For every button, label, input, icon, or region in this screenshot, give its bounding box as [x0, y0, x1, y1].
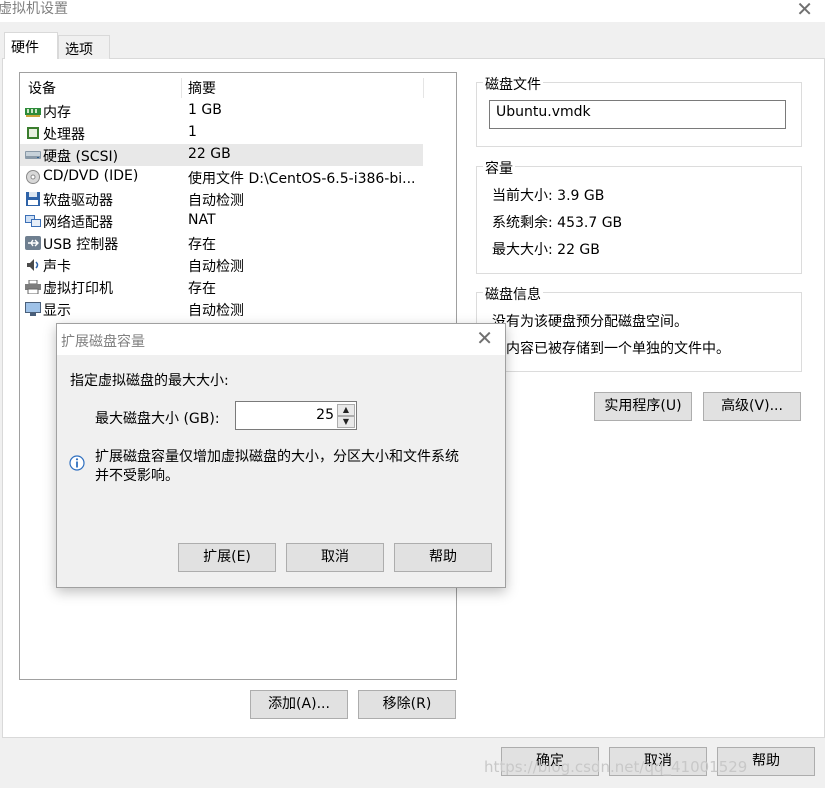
device-name: USB 控制器: [43, 237, 119, 253]
column-device[interactable]: 设备: [28, 78, 56, 98]
window-title: 虚拟机设置: [0, 1, 68, 17]
device-name: 内存: [43, 105, 71, 121]
disk-info-line-1: 没有为该硬盘预分配磁盘空间。: [492, 314, 688, 330]
disk-file-label: 磁盘文件: [483, 74, 543, 94]
device-name: 硬盘 (SCSI): [43, 149, 119, 165]
device-summary: 存在: [188, 237, 216, 253]
watermark-text: https://blog.csdn.net/qq_41001529: [484, 758, 748, 776]
sound-card-icon: [27, 259, 39, 271]
device-row-floppy[interactable]: 软盘驱动器 自动检测: [20, 188, 423, 210]
cd-dvd-icon: [26, 170, 40, 184]
add-device-button[interactable]: 添加(A)...: [250, 690, 348, 719]
device-row-cd-dvd[interactable]: CD/DVD (IDE) 使用文件 D:\CentOS-6.5-i386-bi.…: [20, 166, 423, 188]
device-row-display[interactable]: 显示 自动检测: [20, 298, 423, 320]
usb-icon: [25, 236, 41, 250]
close-icon[interactable]: ✕: [796, 0, 813, 19]
processor-icon: [27, 127, 39, 139]
device-name: 声卡: [43, 259, 71, 275]
disk-info-line-2: 盘内容已被存储到一个单独的文件中。: [492, 341, 730, 357]
device-row-usb-controller[interactable]: USB 控制器 存在: [20, 232, 423, 254]
info-line-1: 扩展磁盘容量仅增加虚拟磁盘的大小，分区大小和文件系统: [95, 449, 459, 465]
column-summary[interactable]: 摘要: [188, 78, 216, 98]
device-name: 处理器: [43, 127, 85, 143]
max-size-text: 最大大小: 22 GB: [492, 242, 600, 258]
dialog-help-button[interactable]: 帮助: [394, 543, 492, 572]
device-row-hard-disk[interactable]: 硬盘 (SCSI) 22 GB: [20, 144, 423, 166]
device-summary: NAT: [188, 212, 216, 228]
device-summary: 22 GB: [188, 146, 231, 162]
device-name: 虚拟打印机: [43, 281, 113, 297]
utility-button[interactable]: 实用程序(U): [594, 392, 692, 421]
system-free-text: 系统剩余: 453.7 GB: [492, 215, 623, 231]
dialog-prompt: 指定虚拟磁盘的最大大小:: [70, 373, 229, 389]
device-summary: 存在: [188, 281, 216, 297]
info-line-2: 并不受影响。: [95, 468, 179, 484]
max-size-value[interactable]: 25: [316, 407, 334, 423]
memory-icon: [25, 108, 41, 117]
device-summary: 1 GB: [188, 102, 222, 118]
dialog-cancel-button[interactable]: 取消: [286, 543, 384, 572]
device-summary: 使用文件 D:\CentOS-6.5-i386-bi...: [188, 171, 416, 187]
expand-disk-dialog: 扩展磁盘容量 ✕ 指定虚拟磁盘的最大大小: 最大磁盘大小 (GB): 25 ▲ …: [56, 323, 506, 588]
advanced-button[interactable]: 高级(V)...: [703, 392, 801, 421]
device-list-header: 设备 摘要: [20, 73, 456, 99]
dialog-close-icon[interactable]: ✕: [476, 326, 493, 350]
column-separator[interactable]: [181, 78, 182, 98]
vm-settings-window: 虚拟机设置 ✕ 硬件 选项 设备 摘要 内存 1 GB 处理器 1 硬盘 (SC…: [0, 0, 825, 788]
display-icon: [25, 302, 41, 316]
stepper-up-icon[interactable]: ▲: [337, 404, 355, 416]
max-size-field-label: 最大磁盘大小 (GB):: [95, 411, 220, 427]
capacity-group: 容量 当前大小: 3.9 GB 系统剩余: 453.7 GB 最大大小: 22 …: [476, 158, 802, 274]
remove-device-button[interactable]: 移除(R): [358, 690, 456, 719]
disk-file-field[interactable]: Ubuntu.vmdk: [489, 100, 786, 129]
floppy-icon: [26, 192, 40, 206]
device-summary: 自动检测: [188, 259, 244, 275]
tab-hardware[interactable]: 硬件: [4, 32, 58, 59]
device-summary: 自动检测: [188, 303, 244, 319]
current-size-text: 当前大小: 3.9 GB: [492, 188, 605, 204]
disk-info-label: 磁盘信息: [483, 284, 543, 304]
disk-file-group: 磁盘文件 Ubuntu.vmdk: [476, 74, 802, 147]
device-name: 网络适配器: [43, 215, 113, 231]
dialog-title: 扩展磁盘容量: [61, 334, 145, 350]
tab-options[interactable]: 选项: [58, 35, 110, 59]
device-summary: 1: [188, 124, 197, 140]
device-summary: 自动检测: [188, 193, 244, 209]
dialog-titlebar: 扩展磁盘容量 ✕: [57, 324, 505, 355]
device-row-printer[interactable]: 虚拟打印机 存在: [20, 276, 423, 298]
device-row-sound-card[interactable]: 声卡 自动检测: [20, 254, 423, 276]
capacity-label: 容量: [483, 158, 515, 178]
device-row-processor[interactable]: 处理器 1: [20, 122, 423, 144]
hard-disk-icon: [25, 151, 41, 159]
max-size-stepper[interactable]: 25 ▲ ▼: [235, 401, 357, 430]
device-name: CD/DVD (IDE): [43, 168, 139, 184]
disk-info-group: 磁盘信息 没有为该硬盘预分配磁盘空间。 盘内容已被存储到一个单独的文件中。: [476, 284, 802, 372]
device-name: 显示: [43, 303, 71, 319]
info-icon: [69, 455, 85, 471]
network-adapter-icon: [25, 215, 41, 227]
printer-icon: [25, 280, 41, 294]
device-name: 软盘驱动器: [43, 193, 113, 209]
device-row-memory[interactable]: 内存 1 GB: [20, 100, 423, 122]
titlebar: 虚拟机设置 ✕: [0, 0, 825, 22]
expand-button[interactable]: 扩展(E): [178, 543, 276, 572]
device-row-network-adapter[interactable]: 网络适配器 NAT: [20, 210, 423, 232]
column-separator[interactable]: [423, 78, 424, 98]
stepper-down-icon[interactable]: ▼: [337, 416, 355, 428]
